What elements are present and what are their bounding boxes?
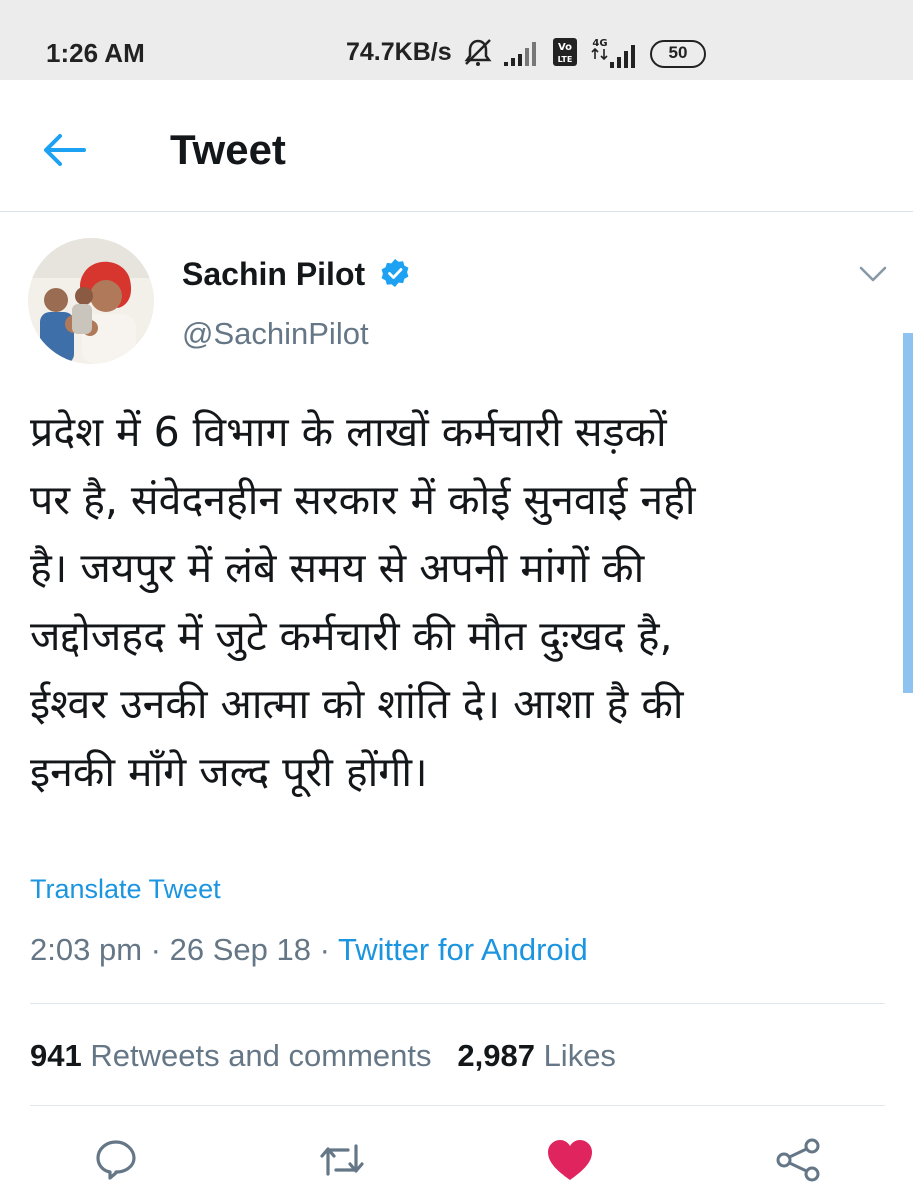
tweet-text: प्रदेश में 6 विभाग के लाखों कर्मचारी सड़… — [30, 398, 880, 806]
retweet-icon — [320, 1144, 364, 1176]
arrow-left-icon[interactable] — [40, 132, 88, 168]
svg-text:4G: 4G — [592, 38, 607, 49]
signal-icon — [504, 42, 536, 66]
share-button[interactable] — [774, 1138, 822, 1182]
tweet-time: 2:03 pm — [30, 932, 143, 967]
battery-icon: 50 — [650, 40, 706, 68]
4g-signal-icon: 4G — [591, 38, 635, 68]
status-time: 1:26 AM — [46, 38, 145, 68]
divider — [30, 1003, 885, 1004]
meta-separator: · — [150, 932, 161, 967]
retweet-button[interactable] — [318, 1138, 366, 1182]
likes-count[interactable]: 2,987 — [457, 1038, 535, 1073]
tweet-line: पर है, संवेदनहीन सरकार में कोई सुनवाई नह… — [30, 476, 696, 524]
volte-icon: Vo LTE — [553, 38, 577, 66]
svg-text:Vo: Vo — [558, 42, 572, 53]
author-handle[interactable]: @SachinPilot — [182, 316, 369, 352]
divider — [30, 1105, 885, 1106]
verified-badge-icon — [381, 259, 409, 287]
retweets-label[interactable]: Retweets and comments — [90, 1038, 431, 1073]
svg-text:LTE: LTE — [558, 55, 573, 64]
like-icon — [548, 1140, 592, 1180]
chevron-down-icon[interactable] — [858, 264, 888, 284]
reply-button[interactable] — [94, 1138, 138, 1182]
avatar[interactable] — [28, 238, 154, 364]
author-name[interactable]: Sachin Pilot — [182, 256, 365, 293]
reply-icon — [96, 1140, 136, 1180]
tweet-line: है। जयपुर में लंबे समय से अपनी मांगों की — [30, 544, 645, 592]
network-speed: 74.7KB/s — [346, 38, 452, 66]
meta-separator: · — [319, 932, 330, 967]
tweet-line: प्रदेश में 6 विभाग के लाखों कर्मचारी सड़… — [30, 408, 667, 456]
translate-tweet-link[interactable]: Translate Tweet — [30, 874, 221, 905]
app-header: Tweet — [0, 80, 913, 212]
page-title: Tweet — [170, 126, 286, 173]
tweet-line: ईश्वर उनकी आत्मा को शांति दे। आशा है की — [30, 680, 684, 728]
likes-label[interactable]: Likes — [544, 1038, 616, 1073]
tweet-source-link[interactable]: Twitter for Android — [338, 932, 588, 967]
battery-level: 50 — [668, 43, 688, 62]
like-button[interactable] — [546, 1138, 594, 1182]
mute-icon — [464, 39, 492, 66]
tweet-date: 26 Sep 18 — [169, 932, 311, 967]
tweet-line: इनकी माँगे जल्द पूरी होंगी। — [30, 748, 428, 796]
retweets-count[interactable]: 941 — [30, 1038, 82, 1073]
share-icon — [776, 1138, 820, 1182]
tweet-meta: 2:03 pm · 26 Sep 18 · Twitter for Androi… — [30, 932, 588, 968]
scrollbar[interactable] — [903, 333, 913, 693]
status-bar: 1:26 AM 74.7KB/s Vo LTE 4G 50 — [0, 0, 913, 80]
tweet-stats: 941 Retweets and comments 2,987 Likes — [30, 1038, 616, 1074]
tweet-line: जद्दोजहद में जुटे कर्मचारी की मौत दुःखद … — [30, 612, 673, 660]
